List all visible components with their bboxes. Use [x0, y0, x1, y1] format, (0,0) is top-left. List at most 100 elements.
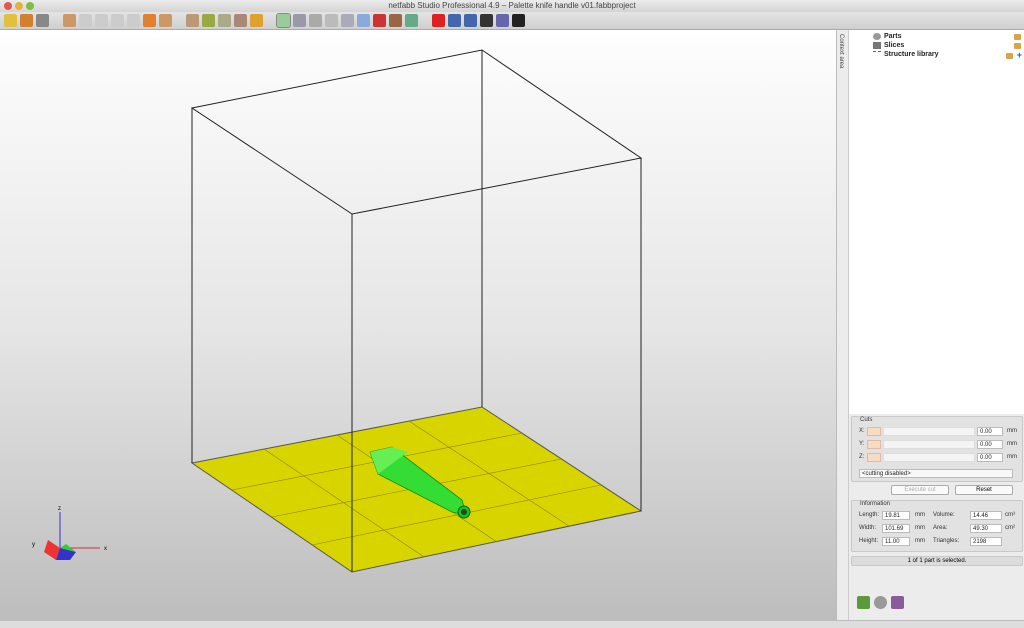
context-panel: Context area Parts Slices Structure libr… — [836, 30, 1024, 620]
triangles-label: Triangles: — [933, 538, 960, 544]
select-icon[interactable] — [276, 13, 291, 28]
unit-label: mm — [1007, 441, 1017, 447]
cut-axis-label: X: — [859, 428, 865, 434]
structure-icon — [873, 51, 881, 58]
axis-z-label: z — [58, 506, 61, 512]
repair-warning-icon[interactable] — [857, 596, 870, 609]
open-folder-icon[interactable] — [1014, 34, 1021, 40]
view-top-icon[interactable] — [127, 14, 140, 27]
unit-label: mm — [1007, 428, 1017, 434]
scene[interactable]: z x y — [0, 30, 836, 620]
unit-label: mm — [915, 512, 925, 518]
zoom-all-icon[interactable] — [234, 14, 247, 27]
area-label: Area: — [933, 525, 948, 531]
area-value: 49.30 — [970, 524, 1002, 533]
tree-item-slices[interactable]: Slices — [873, 42, 904, 49]
view-bottom-icon[interactable] — [143, 14, 156, 27]
parts-icon — [873, 33, 881, 40]
slices-icon — [873, 42, 881, 49]
length-label: Length: — [859, 512, 880, 518]
tree-label: Structure library — [884, 51, 939, 58]
unit-label: mm — [915, 538, 925, 544]
measure-icon[interactable] — [293, 14, 306, 27]
project-tree: Parts Slices Structure library + — [849, 30, 1024, 414]
toolbar — [0, 12, 1024, 30]
cut-value-input[interactable]: 0.00 — [977, 427, 1003, 436]
history-icon[interactable] — [36, 14, 49, 27]
3d-viewport[interactable]: z x y — [0, 30, 836, 620]
section-icon[interactable] — [309, 14, 322, 27]
mesh-icon[interactable] — [357, 14, 370, 27]
camera-icon[interactable] — [405, 14, 418, 27]
label-icon[interactable] — [341, 14, 354, 27]
script-icon[interactable] — [891, 596, 904, 609]
zoom-icon[interactable] — [250, 14, 263, 27]
cut-slider[interactable] — [883, 427, 975, 436]
minimize-window-button[interactable] — [15, 2, 23, 10]
height-label: Height: — [859, 538, 879, 544]
horizontal-scrollbar[interactable] — [0, 620, 1024, 628]
tree-item-structure-library[interactable]: Structure library — [873, 51, 938, 58]
cut-enable-box[interactable] — [867, 453, 881, 462]
axis-y-label: y — [32, 542, 35, 548]
pen-icon[interactable] — [512, 14, 525, 27]
tree-label: Slices — [884, 42, 905, 49]
information-title: Information — [860, 501, 891, 507]
cut-enable-box[interactable] — [867, 427, 881, 436]
pan-icon[interactable] — [202, 14, 215, 27]
cut-axis-label: Z: — [859, 454, 865, 460]
shading-icon[interactable] — [325, 14, 338, 27]
volume-label: Volume: — [933, 512, 955, 518]
volume-value: 14.46 — [970, 511, 1002, 520]
unit-label: cm² — [1005, 525, 1015, 531]
cut-slider[interactable] — [883, 453, 975, 462]
status-text: 1 of 1 part is selected. — [907, 558, 967, 564]
rotate-icon[interactable] — [186, 14, 199, 27]
close-window-button[interactable] — [4, 2, 12, 10]
link-icon[interactable] — [874, 596, 887, 609]
transform-icon[interactable] — [448, 14, 461, 27]
add-icon[interactable]: + — [1017, 50, 1022, 60]
reset-button[interactable]: Reset — [955, 485, 1013, 495]
view-front-icon[interactable] — [63, 14, 76, 27]
view-back-icon[interactable] — [79, 14, 92, 27]
repair-icon[interactable] — [432, 14, 445, 27]
check-icon[interactable] — [480, 14, 493, 27]
bottom-actions — [857, 596, 904, 609]
unit-label: mm — [1007, 454, 1017, 460]
cut-slider[interactable] — [883, 440, 975, 449]
add-part-icon[interactable] — [20, 14, 33, 27]
triangles-value: 2198 — [970, 537, 1002, 546]
status-bar: 1 of 1 part is selected. — [851, 556, 1023, 566]
zoom-box-icon[interactable] — [218, 14, 231, 27]
tree-label: Parts — [884, 33, 902, 40]
color-icon[interactable] — [373, 14, 386, 27]
context-area-label: Context area — [838, 34, 844, 69]
zoom-window-button[interactable] — [26, 2, 34, 10]
cut-value-input[interactable]: 0.00 — [977, 453, 1003, 462]
cut-axis-label: Y: — [859, 441, 865, 447]
scatter-icon[interactable] — [496, 14, 509, 27]
cut-enable-box[interactable] — [867, 440, 881, 449]
cuts-title: Cuts — [860, 417, 873, 423]
new-project-icon[interactable] — [4, 14, 17, 27]
open-folder-icon[interactable] — [1006, 53, 1013, 59]
unit-label: mm — [915, 525, 925, 531]
unit-label: cm³ — [1005, 512, 1015, 518]
width-label: Width: — [859, 525, 877, 531]
cut-value-input[interactable]: 0.00 — [977, 440, 1003, 449]
view-right-icon[interactable] — [111, 14, 124, 27]
tree-item-parts[interactable]: Parts — [873, 33, 902, 40]
height-value: 11.00 — [882, 537, 910, 546]
texture-icon[interactable] — [389, 14, 402, 27]
view-left-icon[interactable] — [95, 14, 108, 27]
axis-gizmo: z x y — [32, 506, 107, 560]
view-iso-icon[interactable] — [159, 14, 172, 27]
width-value: 101.69 — [882, 524, 910, 533]
context-area-tab[interactable]: Context area — [837, 30, 849, 620]
ruler-icon[interactable] — [464, 14, 477, 27]
cutting-mode-select[interactable]: <cutting disabled> — [859, 469, 1013, 478]
title-bar: netfabb Studio Professional 4.9 – Palett… — [0, 0, 1024, 12]
execute-cut-button[interactable]: Execute cut — [891, 485, 949, 495]
open-folder-icon[interactable] — [1014, 43, 1021, 49]
